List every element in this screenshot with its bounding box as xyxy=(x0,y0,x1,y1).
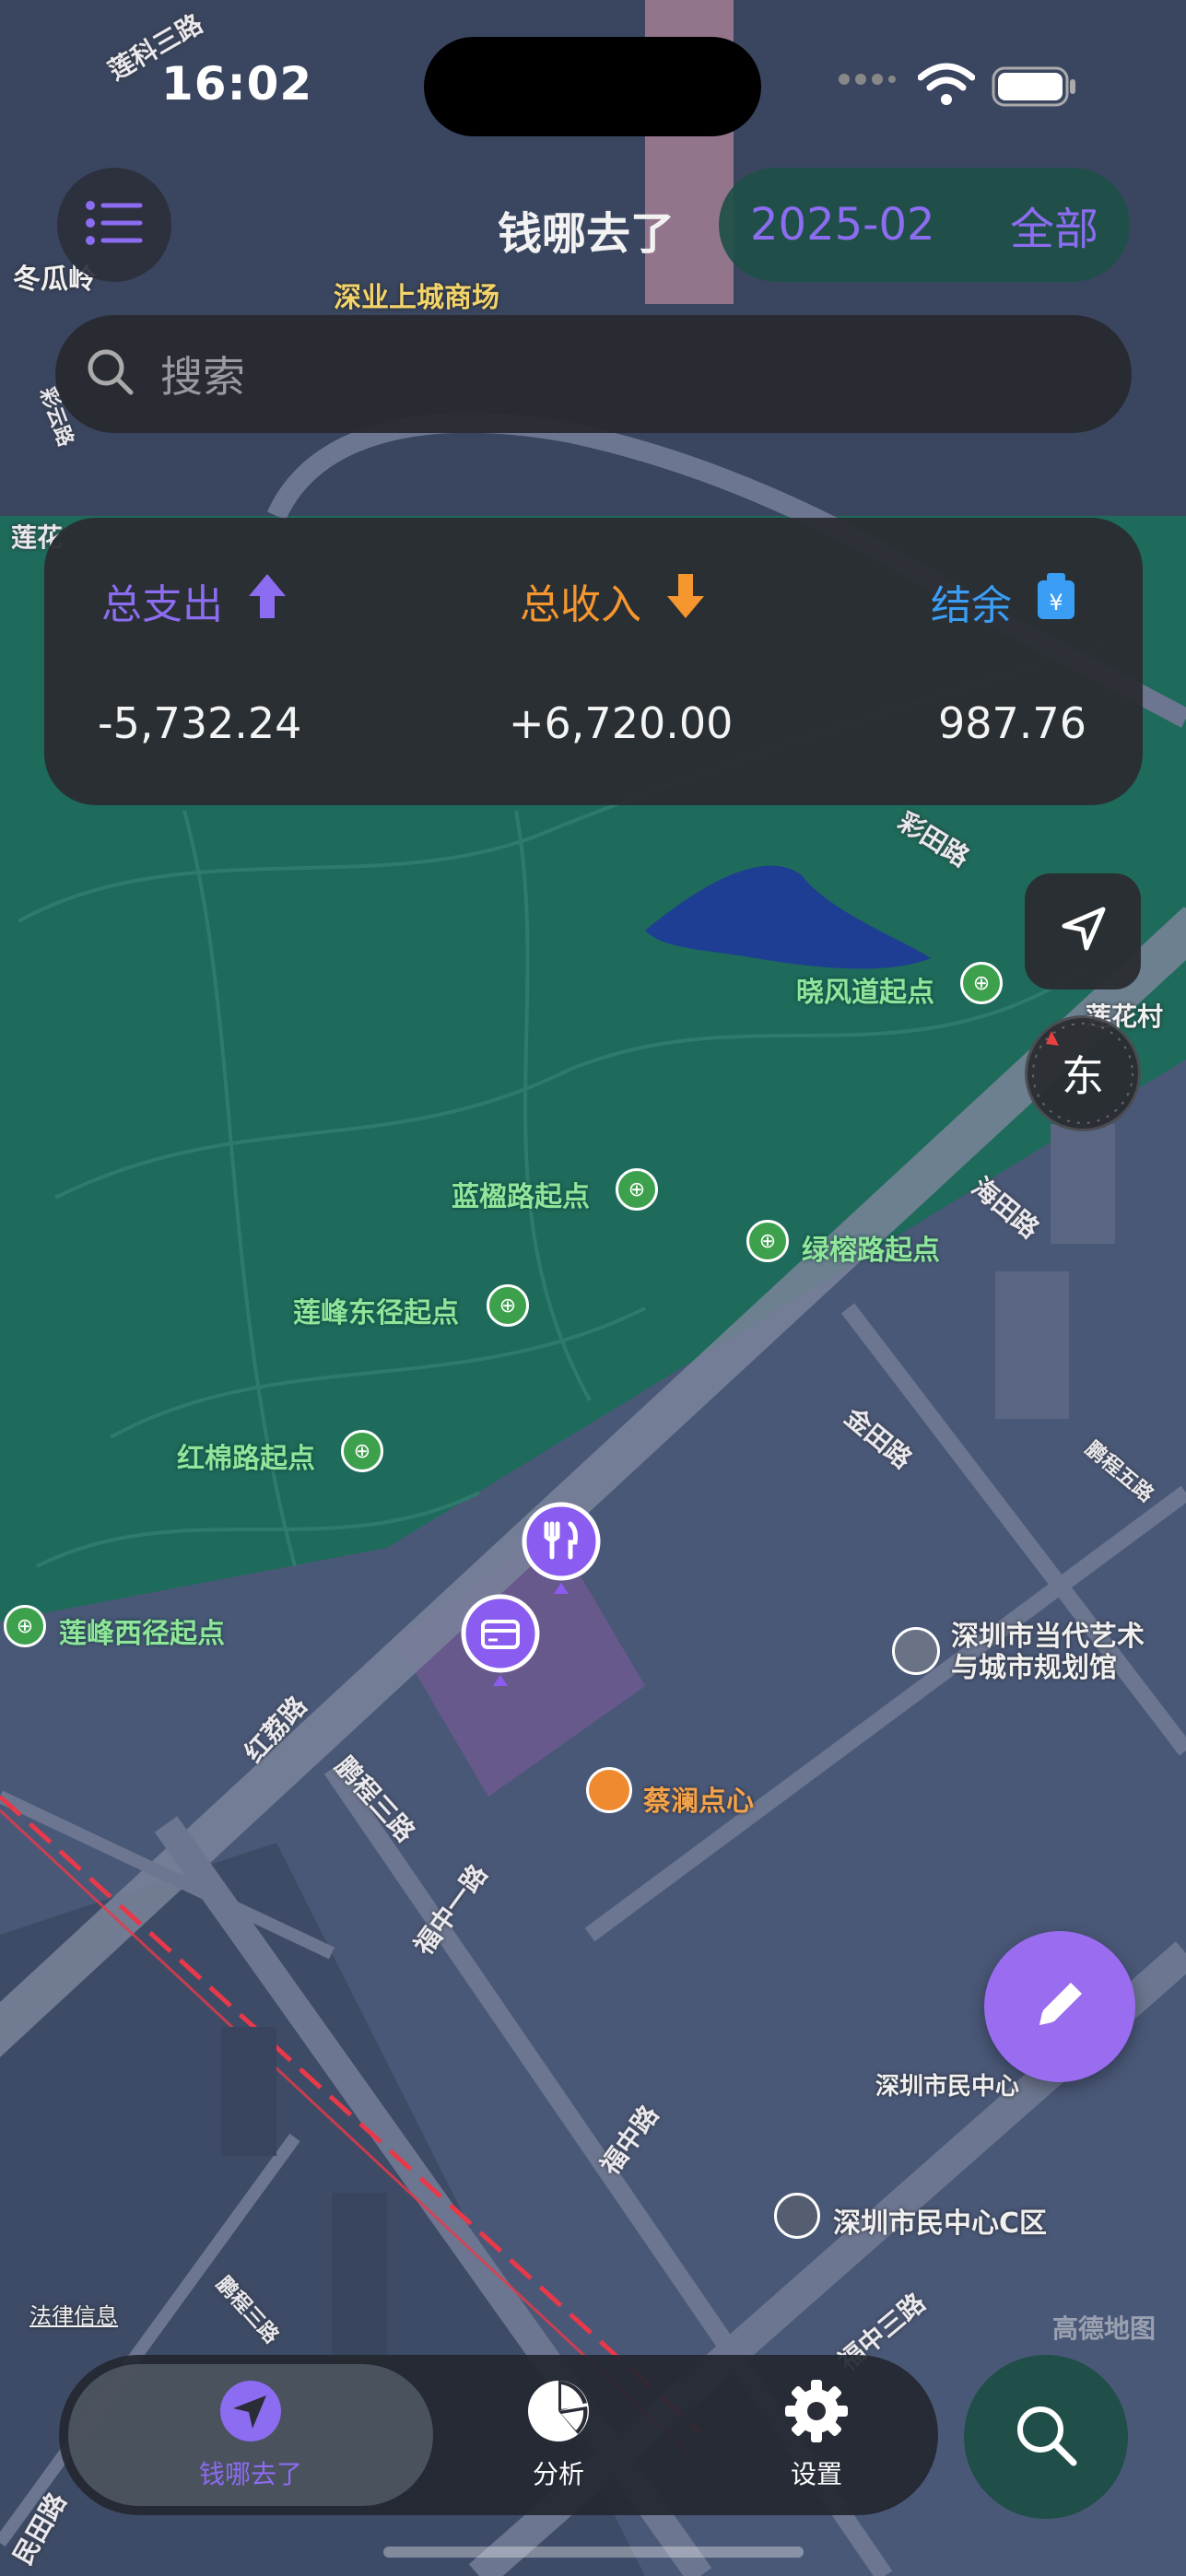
search-input[interactable]: 搜索 xyxy=(55,315,1132,433)
income-header[interactable]: 总收入 xyxy=(520,571,706,630)
svg-text:¥: ¥ xyxy=(1049,590,1063,615)
expense-value: -5,732.24 xyxy=(98,698,302,748)
pencil-icon xyxy=(1027,1972,1093,2042)
search-placeholder: 搜索 xyxy=(160,352,245,402)
star-icon xyxy=(774,2193,820,2239)
tab-analysis[interactable]: 分析 xyxy=(439,2355,678,2515)
map-label-museum-line1: 深圳市当代艺术 xyxy=(951,1621,1145,1653)
expense-marker-card[interactable] xyxy=(461,1594,540,1699)
restaurant-icon xyxy=(586,1767,632,1813)
location-arrow-icon xyxy=(1057,904,1109,959)
menu-button[interactable] xyxy=(57,168,171,282)
page-title: 钱哪去了 xyxy=(498,208,675,260)
park-trail-icon: ⊕ xyxy=(960,962,1003,1004)
balance-label: 结余 xyxy=(931,581,1012,629)
legal-info-link[interactable]: 法律信息 xyxy=(29,2298,118,2330)
location-arrow-icon xyxy=(218,2379,283,2447)
expense-marker-food[interactable] xyxy=(522,1502,601,1607)
map-label-cailan[interactable]: 蔡澜点心 xyxy=(643,1778,754,1819)
tab-bar: 钱哪去了 分析 设置 xyxy=(59,2355,938,2515)
arrow-up-icon xyxy=(247,572,288,630)
summary-card: 总支出 总收入 结余 ¥ -5,732.24 +6,720.00 987.76 xyxy=(44,518,1143,805)
expense-header[interactable]: 总支出 xyxy=(101,571,288,630)
map-label-shangcheng[interactable]: 深业上城商场 xyxy=(334,275,499,315)
balance-value: 987.76 xyxy=(938,698,1086,748)
search-icon xyxy=(87,348,135,400)
map-label-civic-center[interactable]: 深圳市民中心 xyxy=(875,2067,1019,2102)
balance-header[interactable]: 结余 ¥ xyxy=(931,571,1076,631)
park-trail-icon: ⊕ xyxy=(487,1284,529,1327)
map-label-lianfengdong[interactable]: 莲峰东径起点 xyxy=(293,1290,459,1330)
map-label-lanyinglu[interactable]: 蓝楹路起点 xyxy=(452,1174,590,1214)
tab-settings[interactable]: 设置 xyxy=(697,2355,936,2515)
map-label-civic-c[interactable]: 深圳市民中心C区 xyxy=(833,2200,1047,2241)
park-trail-icon: ⊕ xyxy=(341,1430,383,1472)
list-icon xyxy=(85,200,144,250)
search-icon xyxy=(1013,2402,1079,2472)
status-time: 16:02 xyxy=(161,57,313,111)
tab-label: 设置 xyxy=(790,2459,842,2489)
map-label-museum[interactable]: 深圳市当代艺术 与城市规划馆 xyxy=(951,1622,1145,1684)
gear-icon xyxy=(784,2379,849,2447)
arrow-down-icon xyxy=(665,572,706,630)
tab-where-money[interactable]: 钱哪去了 xyxy=(68,2355,433,2515)
expense-label: 总支出 xyxy=(101,581,223,628)
museum-icon xyxy=(892,1627,940,1675)
battery-icon xyxy=(992,66,1076,111)
park-trail-icon: ⊕ xyxy=(616,1168,658,1211)
tab-label: 钱哪去了 xyxy=(198,2459,302,2489)
income-value: +6,720.00 xyxy=(509,698,734,748)
park-trail-icon: ⊕ xyxy=(4,1605,46,1647)
map-label-hongmianlu[interactable]: 红棉路起点 xyxy=(177,1435,315,1476)
home-indicator xyxy=(383,2547,804,2558)
compass-button[interactable]: 东 xyxy=(1025,1015,1141,1131)
tab-label: 分析 xyxy=(532,2459,584,2489)
pie-chart-icon xyxy=(526,2379,591,2447)
wifi-icon xyxy=(917,63,976,109)
map-label-lvronglu[interactable]: 绿榕路起点 xyxy=(802,1227,940,1268)
dynamic-island xyxy=(424,37,761,136)
month-selector[interactable]: 2025-02 xyxy=(750,199,935,251)
date-filter-pill: 2025-02 全部 xyxy=(719,168,1130,282)
park-trail-icon: ⊕ xyxy=(746,1220,789,1262)
map-search-button[interactable] xyxy=(964,2355,1128,2519)
category-filter[interactable]: 全部 xyxy=(1010,193,1098,257)
locate-button[interactable] xyxy=(1025,873,1141,989)
signal-icon xyxy=(839,70,896,92)
compass-direction: 东 xyxy=(1062,1051,1104,1101)
map-label-xiaofengdao[interactable]: 晓风道起点 xyxy=(796,969,934,1010)
add-record-button[interactable] xyxy=(984,1931,1135,2082)
money-bag-icon: ¥ xyxy=(1036,571,1076,631)
income-label: 总收入 xyxy=(520,581,641,628)
map-label-lianfengxi[interactable]: 莲峰西径起点 xyxy=(59,1610,225,1651)
map-label-museum-line2: 与城市规划馆 xyxy=(951,1652,1117,1684)
amap-logo: 高德地图 xyxy=(1052,2313,1157,2344)
